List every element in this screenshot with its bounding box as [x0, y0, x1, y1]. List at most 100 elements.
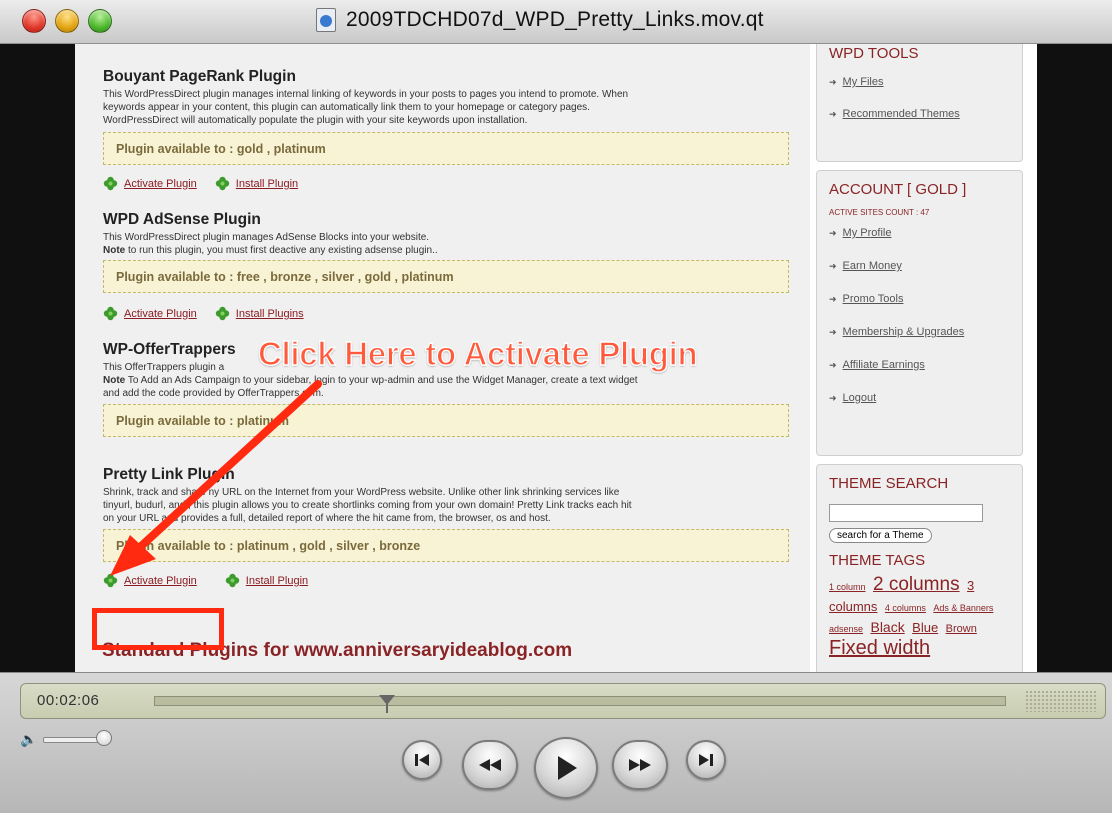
clover-icon — [103, 176, 118, 191]
description-line: keywords appear in your content, this pl… — [103, 102, 590, 113]
plugin-actions: Activate Plugin Install Plugins — [103, 306, 304, 321]
active-sites-count: ACTIVE SITES COUNT : 47 — [829, 208, 930, 217]
plugin-title: Pretty Link Plugin — [103, 466, 235, 483]
affiliate-earnings-link[interactable]: Affiliate Earnings — [843, 359, 925, 371]
theme-tag-cloud: 1 column 2 columns 3 columns 4 columns A… — [829, 575, 1010, 659]
theme-tag-link[interactable]: 3 — [967, 578, 974, 593]
speaker-icon: 🔈 — [20, 731, 38, 747]
my-profile-link[interactable]: My Profile — [843, 227, 892, 239]
arrow-icon: ➜ — [829, 293, 837, 304]
clover-icon — [103, 306, 118, 321]
sidebar-link[interactable]: ➜ Recommended Themes — [829, 108, 1010, 120]
player-controls: 00:02:06 🔈 — [0, 672, 1112, 813]
description-line: This WordPressDirect plugin manages AdSe… — [103, 232, 430, 243]
fast-forward-button[interactable] — [612, 740, 668, 790]
activate-plugin-link[interactable]: Activate Plugin — [124, 178, 197, 190]
window-title: 2009TDCHD07d_WPD_Pretty_Links.mov.qt — [316, 8, 764, 32]
plugin-availability: Plugin available to : platinum — [103, 404, 789, 437]
skip-to-start-button[interactable] — [402, 740, 442, 780]
plugin-availability: Plugin available to : free , bronze , si… — [103, 260, 789, 293]
volume-knob[interactable] — [96, 729, 113, 746]
theme-tag-link[interactable]: Ads & Banners — [933, 603, 993, 613]
click-here-callout: Click Here to Activate Plugin — [257, 334, 698, 372]
sidebar-link[interactable]: ➜ Promo Tools — [829, 293, 1010, 305]
sidebar-link[interactable]: ➜ Earn Money — [829, 260, 1010, 272]
logout-link[interactable]: Logout — [843, 392, 877, 404]
my-files-link[interactable]: My Files — [843, 76, 884, 88]
theme-tag-link[interactable]: 2 columns — [873, 574, 960, 595]
arrow-icon: ➜ — [829, 227, 837, 238]
zoom-window-button[interactable] — [88, 9, 112, 33]
arrow-icon: ➜ — [829, 326, 837, 337]
arrow-icon: ➜ — [829, 392, 837, 403]
theme-search-input[interactable] — [829, 504, 983, 522]
close-window-button[interactable] — [22, 9, 46, 33]
volume-slider[interactable] — [43, 729, 113, 746]
install-plugin-link[interactable]: Install Plugins — [236, 308, 304, 320]
note-label: Note — [103, 375, 126, 386]
description-line: Note to run this plugin, you must first … — [103, 244, 793, 257]
skip-start-icon — [415, 754, 429, 766]
theme-tag-link[interactable]: 1 column — [829, 582, 866, 592]
theme-tag-link[interactable]: Black — [870, 619, 904, 635]
account-title: ACCOUNT [ GOLD ] — [829, 181, 967, 198]
description-line: Note To Add an Ads Campaign to your side… — [103, 374, 793, 387]
resize-grip — [1025, 690, 1097, 712]
theme-tags-title: THEME TAGS — [829, 552, 926, 569]
theme-tag-link[interactable]: Fixed width — [829, 637, 930, 659]
note-prefix: to — [125, 245, 140, 256]
theme-tag-link[interactable]: adsense — [829, 624, 863, 634]
search-theme-button[interactable]: search for a Theme — [829, 528, 932, 543]
theme-tag-link[interactable]: Brown — [946, 623, 977, 635]
install-plugin-link[interactable]: Install Plugin — [246, 575, 308, 587]
clover-icon — [215, 306, 230, 321]
note-text: To Add an Ads Campaign to your sidebar, … — [127, 375, 638, 386]
theme-tag-link[interactable]: 4 columns — [885, 603, 926, 613]
arrow-icon: ➜ — [829, 260, 837, 271]
lcd-display: 00:02:06 — [20, 683, 1106, 719]
window-titlebar: 2009TDCHD07d_WPD_Pretty_Links.mov.qt — [0, 0, 1112, 44]
description-line: and add the code provided by OfferTrappe… — [103, 388, 324, 399]
sidebar-link[interactable]: ➜ Logout — [829, 392, 1010, 404]
clover-icon — [103, 573, 118, 588]
theme-tag-link[interactable]: columns — [829, 599, 877, 614]
theme-search-title: THEME SEARCH — [829, 475, 949, 492]
playhead-icon[interactable] — [377, 695, 397, 713]
plugin-actions: Activate Plugin Install Plugin — [103, 176, 298, 191]
recommended-themes-link[interactable]: Recommended Themes — [843, 108, 960, 120]
sidebar-link[interactable]: ➜ Affiliate Earnings — [829, 359, 1010, 371]
membership-upgrades-link[interactable]: Membership & Upgrades — [843, 326, 965, 338]
note-text: run this plugin, you must first deactive… — [139, 245, 438, 256]
timecode: 00:02:06 — [37, 692, 100, 709]
fast-forward-icon — [629, 759, 651, 771]
clover-icon — [215, 176, 230, 191]
plugin-availability: Plugin available to : gold , platinum — [103, 132, 789, 165]
sidebar-theme-search: THEME SEARCH search for a Theme THEME TA… — [816, 464, 1023, 672]
earn-money-link[interactable]: Earn Money — [843, 260, 902, 272]
plugin-title: WP-OfferTrappers — [103, 341, 236, 358]
quicktime-document-icon — [316, 8, 336, 32]
arrow-icon: ➜ — [829, 76, 837, 87]
activate-plugin-link[interactable]: Activate Plugin — [124, 575, 197, 587]
note-label: Note — [103, 245, 126, 256]
sidebar-link[interactable]: ➜ My Files — [829, 76, 1010, 88]
install-plugin-link[interactable]: Install Plugin — [236, 178, 298, 190]
play-button[interactable] — [534, 737, 598, 799]
scrubber-track[interactable] — [154, 695, 1006, 713]
theme-tag-link[interactable]: Blue — [912, 620, 938, 635]
plugin-title: WPD AdSense Plugin — [103, 211, 261, 228]
description-line: on your URL and provides a full, detaile… — [103, 513, 551, 524]
skip-to-end-button[interactable] — [686, 740, 726, 780]
sidebar-link[interactable]: ➜ Membership & Upgrades — [829, 326, 1010, 338]
plugin-availability: Plugin available to : platinum , gold , … — [103, 529, 789, 562]
promo-tools-link[interactable]: Promo Tools — [843, 293, 904, 305]
sidebar-account: ACCOUNT [ GOLD ] ACTIVE SITES COUNT : 47… — [816, 170, 1023, 456]
sidebar-link[interactable]: ➜ My Profile — [829, 227, 1010, 239]
description-line: Shrink, track and share ny URL on the In… — [103, 487, 620, 498]
minimize-window-button[interactable] — [55, 9, 79, 33]
plugin-description: This WordPressDirect plugin manages AdSe… — [103, 231, 793, 257]
activate-plugin-link[interactable]: Activate Plugin — [124, 308, 197, 320]
arrow-icon: ➜ — [829, 108, 837, 119]
plugin-description: Shrink, track and share ny URL on the In… — [103, 486, 793, 525]
rewind-button[interactable] — [462, 740, 518, 790]
